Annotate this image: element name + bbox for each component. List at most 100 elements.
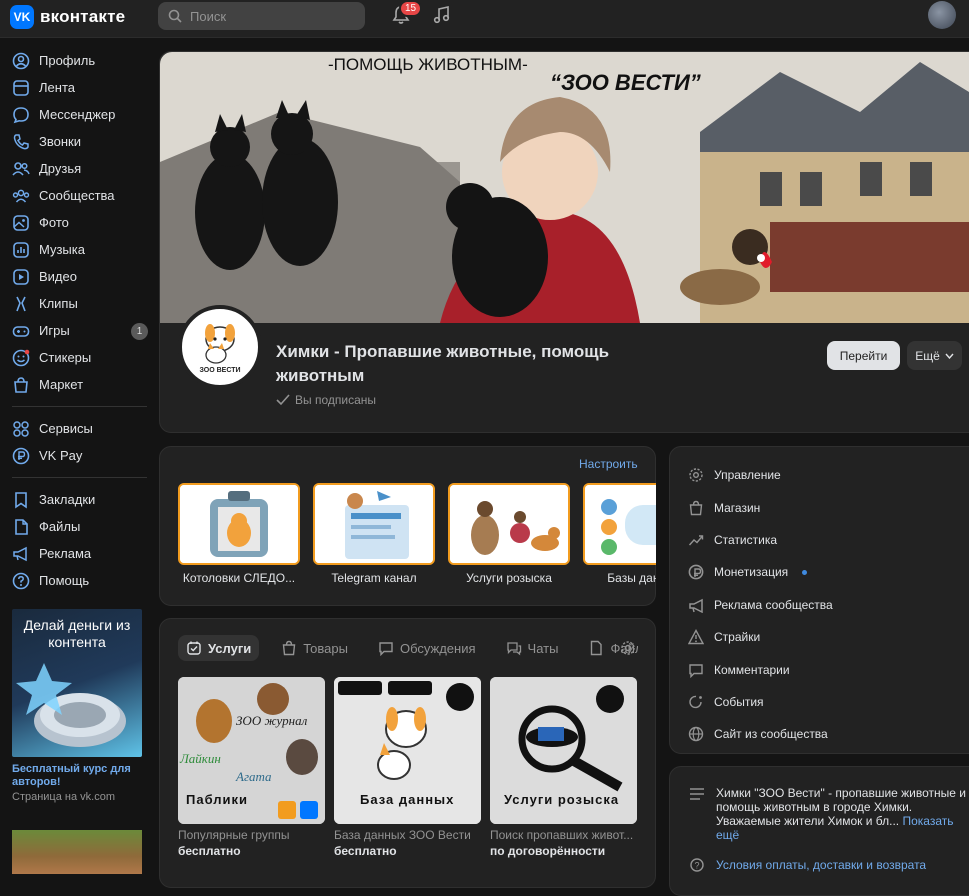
help-icon: ? [690, 858, 704, 872]
more-button-label: Ещё [915, 348, 940, 363]
service-price: по договорённости [490, 844, 606, 858]
sidebar-ad[interactable]: Делай деньги из контента Бесплатный курс… [12, 609, 142, 803]
tab-label: Товары [303, 640, 348, 656]
service-image-database: База данных [334, 677, 481, 824]
sidebar-item-vkpay[interactable]: VK Pay [0, 442, 150, 469]
services-check-icon [187, 641, 201, 655]
sidebar-item-help[interactable]: Помощь [0, 567, 150, 594]
ad-title[interactable]: Бесплатный курс для авторов! [12, 763, 142, 789]
group-avatar[interactable]: ЗОО ВЕСТИ [178, 305, 262, 389]
sidebar-item-music[interactable]: Музыка [0, 236, 150, 263]
menu-item-gear[interactable]: Управление [688, 459, 958, 491]
ad-image[interactable]: Делай деньги из контента [12, 609, 142, 757]
sidebar-item-friends[interactable]: Друзья [0, 155, 150, 182]
sidebar-item-phone[interactable]: Звонки [0, 128, 150, 155]
group-avatar-text: ЗОО ВЕСТИ [199, 367, 241, 374]
go-button[interactable]: Перейти [827, 341, 900, 370]
menu-item-label: Статистика [714, 532, 778, 547]
link-image-carrier [178, 483, 300, 565]
sidebar-item-megaphone[interactable]: Реклама [0, 540, 150, 567]
cover-illustration: -ПОМОЩЬ ЖИВОТНЫМ- “ЗОО ВЕСТИ” [160, 52, 969, 323]
sidebar-item-user[interactable]: Профиль [0, 47, 150, 74]
sidebar-item-file[interactable]: Файлы [0, 513, 150, 540]
menu-item-label: Магазин [714, 500, 761, 515]
cover-caption-brand: “ЗОО ВЕСТИ” [550, 70, 701, 95]
link-label: Котоловки СЛЕДО... [182, 571, 296, 585]
subscribed-status[interactable]: Вы подписаны [276, 393, 376, 407]
service-item[interactable]: Услуги розыска Поиск пропавших живот... … [490, 677, 637, 858]
links-settings-link[interactable]: Настроить [579, 457, 638, 471]
coin-star-icon [16, 663, 126, 747]
check-icon [276, 394, 290, 406]
sidebar-item-games[interactable]: Игры 1 [0, 317, 150, 344]
sidebar-item-market[interactable]: Маркет [0, 371, 150, 398]
sidebar-item-clips[interactable]: Клипы [0, 290, 150, 317]
market-icon [12, 376, 30, 394]
sidebar-item-label: Музыка [39, 242, 85, 257]
group-cover: -ПОМОЩЬ ЖИВОТНЫМ- “ЗОО ВЕСТИ” [160, 52, 969, 323]
user-avatar[interactable] [928, 1, 956, 29]
link-tile[interactable]: Базы данных [583, 483, 656, 585]
service-name: Поиск пропавших живот... [490, 828, 634, 842]
service-item[interactable]: База данных База данных ЗОО Вести беспла… [334, 677, 481, 858]
sidebar-item-sticker[interactable]: Стикеры [0, 344, 150, 371]
link-tile[interactable]: Котоловки СЛЕДО... [178, 483, 300, 585]
sidebar-item-groups[interactable]: Сообщества [0, 182, 150, 209]
new-indicator-dot [802, 569, 808, 575]
link-image-database [583, 483, 656, 565]
search-input[interactable] [190, 8, 340, 24]
menu-item-money[interactable]: Монетизация [688, 556, 958, 588]
sidebar-item-news[interactable]: Лента [0, 74, 150, 101]
menu-item-stats[interactable]: Статистика [688, 524, 958, 556]
sidebar-divider [12, 406, 147, 407]
sidebar-item-label: Сообщества [39, 188, 115, 203]
warning-icon [688, 629, 704, 645]
link-label: Услуги розыска [466, 571, 552, 585]
sidebar-item-services[interactable]: Сервисы [0, 415, 150, 442]
service-price: бесплатно [178, 844, 241, 858]
link-tile[interactable]: Telegram канал [313, 483, 435, 585]
sidebar-item-label: Мессенджер [39, 107, 116, 122]
search-box[interactable] [158, 2, 365, 30]
menu-item-comment[interactable]: Комментарии [688, 653, 958, 685]
comment-icon [688, 662, 704, 678]
message-icon [12, 106, 30, 124]
sidebar-item-photo[interactable]: Фото [0, 209, 150, 236]
terms-link[interactable]: Условия оплаты, доставки и возврата [716, 858, 926, 872]
tab-services-check[interactable]: Услуги [178, 635, 260, 661]
menu-item-label: Реклама сообщества [714, 597, 833, 612]
sidebar-item-bookmark[interactable]: Закладки [0, 486, 150, 513]
menu-item-globe[interactable]: Сайт из сообщества [688, 718, 958, 750]
vk-logo[interactable]: VK вконтакте [10, 5, 125, 29]
link-label: Telegram канал [331, 571, 417, 585]
content-tabs: УслугиТоварыОбсужденияЧатыФайлы [178, 635, 638, 661]
tab-bag[interactable]: Товары [273, 635, 356, 661]
sidebar-item-video[interactable]: Видео [0, 263, 150, 290]
service-item[interactable]: ЗОО журнал Лайкин Агата Паблики Популярн… [178, 677, 325, 858]
sidebar-item-label: Закладки [39, 492, 96, 507]
sidebar-item-label: Игры [39, 323, 70, 338]
ad-image-second[interactable] [12, 830, 142, 874]
tab-discussion[interactable]: Обсуждения [370, 635, 484, 661]
service-image-search: Услуги розыска [490, 677, 637, 824]
sidebar-item-label: Лента [39, 80, 75, 95]
menu-item-shop[interactable]: Магазин [688, 491, 958, 523]
cover-caption-top: -ПОМОЩЬ ЖИВОТНЫМ- [328, 55, 528, 74]
sidebar-item-label: Помощь [39, 573, 90, 588]
menu-item-megaphone[interactable]: Реклама сообщества [688, 589, 958, 621]
sidebar-item-message[interactable]: Мессенджер [0, 101, 150, 128]
sidebar-item-label: Друзья [39, 161, 82, 176]
link-label: Базы данных [607, 571, 656, 585]
link-image-search [448, 483, 570, 565]
menu-item-warning[interactable]: Страйки [688, 621, 958, 653]
sidebar-divider [12, 477, 147, 478]
gear-icon[interactable] [620, 640, 636, 656]
menu-item-event[interactable]: События [688, 686, 958, 718]
more-button[interactable]: Ещё [907, 341, 962, 370]
music-icon[interactable] [432, 5, 452, 25]
shop-icon [688, 500, 704, 516]
tab-chat[interactable]: Чаты [498, 635, 567, 661]
bookmark-icon [12, 491, 30, 509]
ad-subtitle: Страница на vk.com [12, 791, 115, 803]
link-tile[interactable]: Услуги розыска [448, 483, 570, 585]
